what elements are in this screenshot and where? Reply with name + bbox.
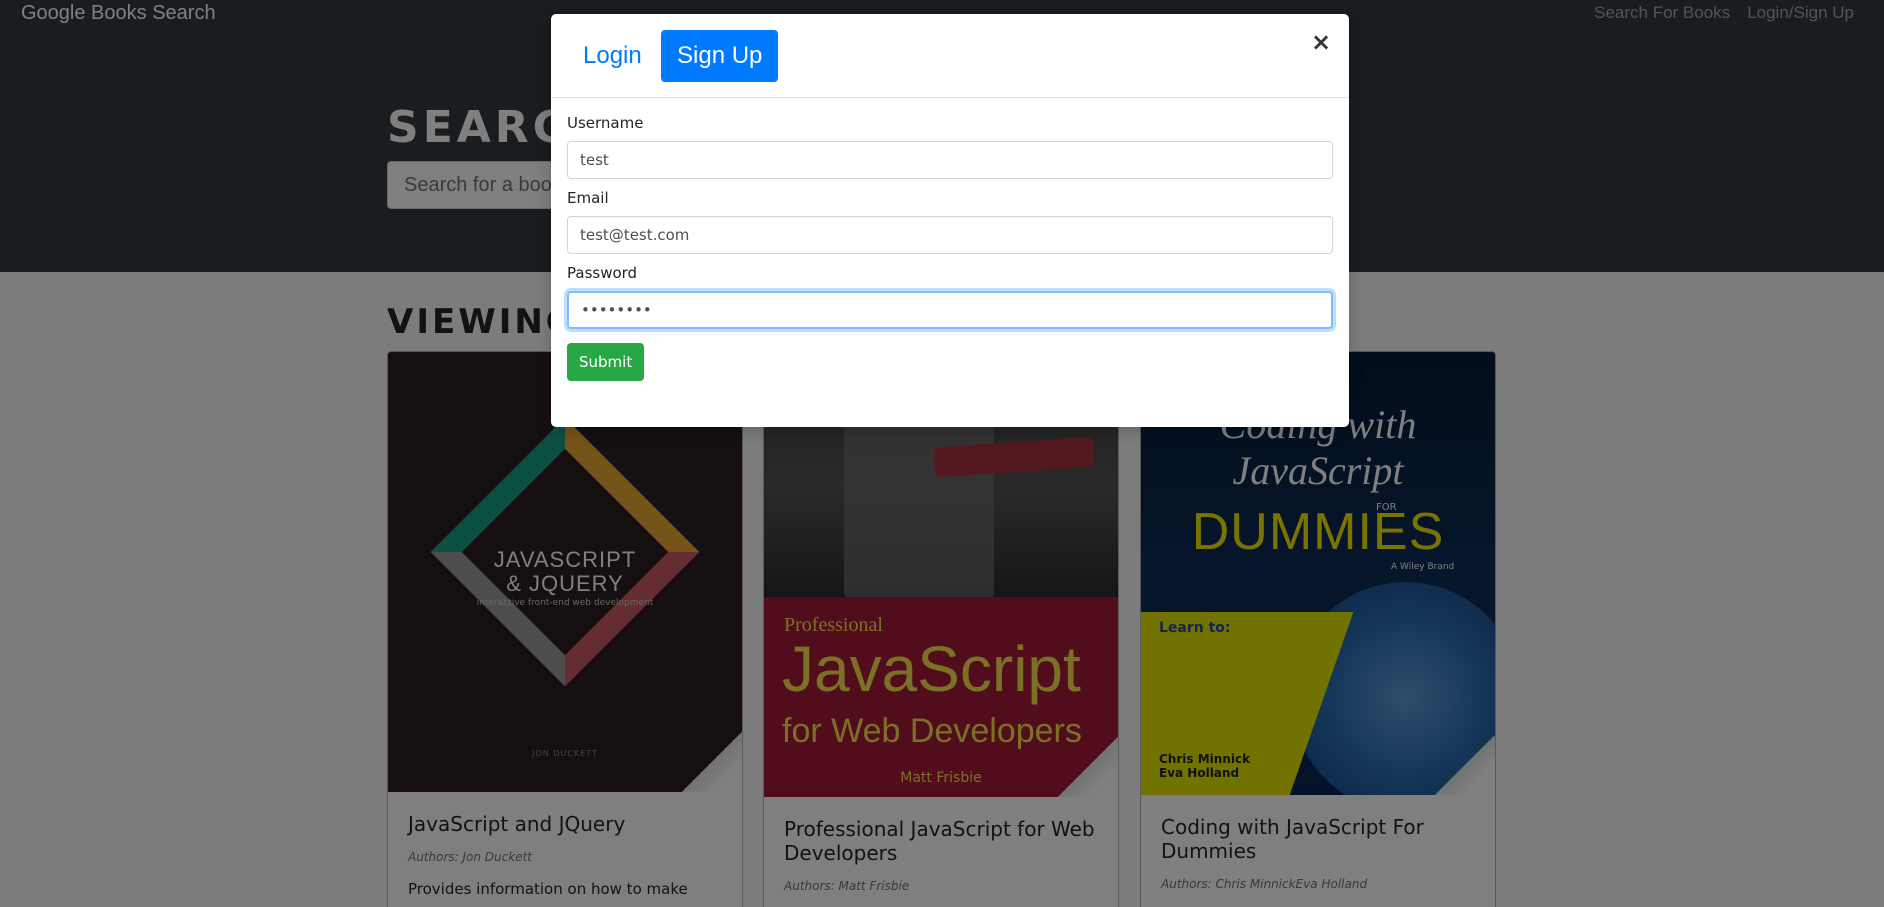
signup-form: Username Email Password Submit	[567, 114, 1333, 381]
password-group: Password	[567, 264, 1333, 329]
signup-modal: Login Sign Up × Username Email Password …	[551, 14, 1349, 427]
username-group: Username	[567, 114, 1333, 179]
email-field[interactable]	[567, 216, 1333, 254]
tab-login[interactable]: Login	[567, 30, 658, 82]
password-label: Password	[567, 264, 638, 282]
tab-signup[interactable]: Sign Up	[661, 30, 779, 82]
username-field[interactable]	[567, 141, 1333, 179]
email-group: Email	[567, 189, 1333, 254]
modal-header: Login Sign Up ×	[551, 14, 1349, 98]
password-field[interactable]	[567, 291, 1333, 329]
submit-button[interactable]: Submit	[567, 343, 645, 381]
email-label: Email	[567, 189, 609, 207]
close-icon[interactable]: ×	[1309, 30, 1333, 54]
username-label: Username	[567, 114, 644, 132]
